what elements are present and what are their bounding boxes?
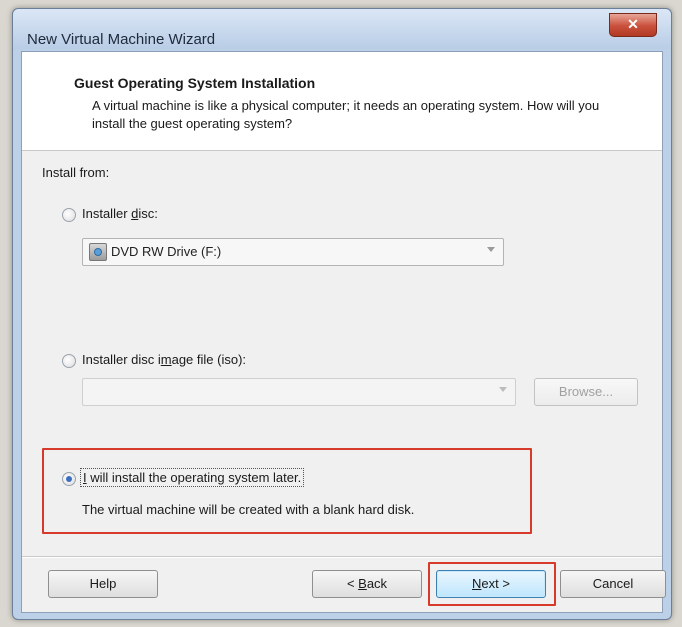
install-later-label[interactable]: I will install the operating system late… — [80, 468, 305, 487]
install-later-note: The virtual machine will be created with… — [82, 502, 415, 517]
wizard-window: New Virtual Machine Wizard ✕ Guest Opera… — [12, 8, 672, 620]
cancel-button[interactable]: Cancel — [560, 570, 666, 598]
install-from-label: Install from: — [42, 165, 110, 180]
iso-label[interactable]: Installer disc image file (iso): — [82, 352, 246, 367]
install-later-radio[interactable] — [62, 472, 76, 486]
close-button[interactable]: ✕ — [609, 13, 657, 37]
close-icon: ✕ — [627, 16, 639, 32]
installer-disc-radio[interactable] — [62, 208, 76, 222]
highlight-install-later — [42, 448, 532, 534]
disc-drive-select[interactable]: DVD RW Drive (F:) — [82, 238, 504, 266]
back-button[interactable]: < Back — [312, 570, 422, 598]
help-button[interactable]: Help — [48, 570, 158, 598]
disc-drive-value: DVD RW Drive (F:) — [111, 244, 222, 259]
chevron-down-icon — [487, 247, 495, 252]
page-description: A virtual machine is like a physical com… — [92, 98, 600, 131]
iso-path-select[interactable] — [82, 378, 516, 406]
installer-disc-label[interactable]: Installer disc: — [82, 206, 158, 221]
iso-radio[interactable] — [62, 354, 76, 368]
next-button[interactable]: Next > — [436, 570, 546, 598]
page-title: Guest Operating System Installation — [74, 75, 316, 91]
footer-divider — [22, 556, 662, 558]
browse-button[interactable]: Browse... — [534, 378, 638, 406]
title-bar[interactable]: New Virtual Machine Wizard ✕ — [13, 9, 671, 49]
dvd-drive-icon — [89, 243, 107, 261]
chevron-down-icon — [499, 387, 507, 392]
window-title: New Virtual Machine Wizard — [27, 31, 216, 48]
wizard-body: Guest Operating System Installation A vi… — [21, 51, 666, 613]
wizard-header: Guest Operating System Installation A vi… — [22, 52, 662, 151]
